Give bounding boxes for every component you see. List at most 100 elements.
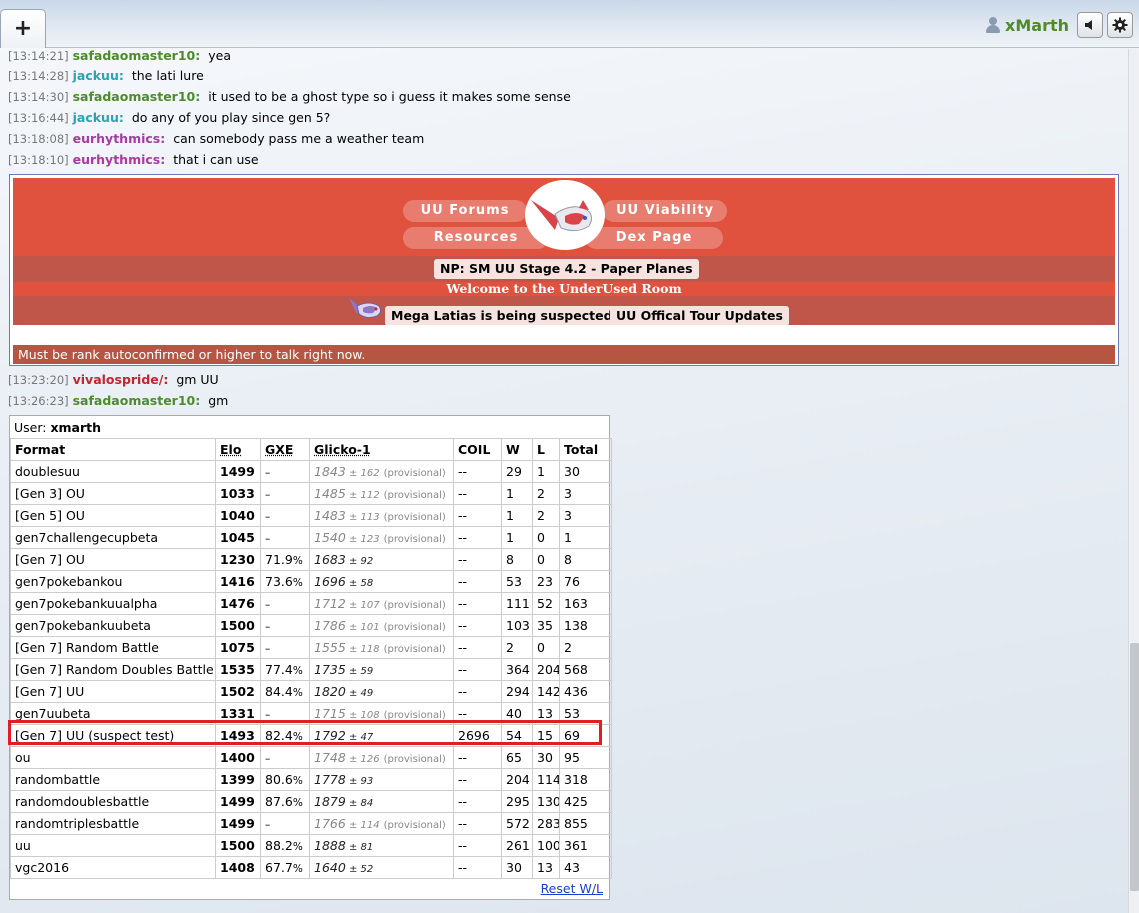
total-cell: 3 bbox=[559, 504, 612, 527]
rank-warning: Must be rank autoconfirmed or higher to … bbox=[13, 345, 1115, 364]
col-gxe: GXE bbox=[260, 438, 310, 461]
coil-cell: -- bbox=[453, 592, 502, 615]
wins-cell: 1 bbox=[501, 504, 533, 527]
room-intro: UU Forums UU Viability Resources Dex Pag… bbox=[9, 174, 1119, 366]
total-cell: 163 bbox=[559, 592, 612, 615]
table-row: [Gen 7] Random Battle 1075– 1555 ± 118 (pr… bbox=[10, 636, 612, 659]
total-cell: 76 bbox=[559, 570, 612, 593]
chat-scrollbar[interactable] bbox=[1128, 49, 1139, 913]
gxe-number: 82.4 bbox=[265, 728, 293, 743]
coil-cell: -- bbox=[453, 768, 502, 791]
wins-cell: 30 bbox=[501, 856, 533, 879]
format-cell: doublesuu bbox=[10, 460, 216, 483]
wins-cell: 1 bbox=[501, 482, 533, 505]
elo-cell: 1499 bbox=[215, 460, 261, 483]
format-cell: gen7pokebankuubeta bbox=[10, 614, 216, 637]
losses-cell: 0 bbox=[532, 636, 560, 659]
settings-button[interactable] bbox=[1107, 12, 1133, 38]
gxe-value: – bbox=[265, 819, 271, 831]
glicko-cell: 1735 ± 59 bbox=[309, 658, 454, 681]
format-cell: gen7uubeta bbox=[10, 702, 216, 725]
format-cell: vgc2016 bbox=[10, 856, 216, 879]
elo-cell: 1075 bbox=[215, 636, 261, 659]
glicko-deviation: ± 93 bbox=[345, 776, 374, 787]
chat-username[interactable]: vivalospride/: bbox=[73, 372, 169, 387]
gxe-number: 87.6 bbox=[265, 794, 293, 809]
gear-icon bbox=[1112, 17, 1128, 33]
coil-cell: -- bbox=[453, 812, 502, 835]
timestamp: [13:14:21] bbox=[8, 49, 69, 63]
glicko-cell: 1696 ± 58 bbox=[309, 570, 454, 593]
total-cell: 436 bbox=[559, 680, 612, 703]
username[interactable]: xMarth bbox=[1005, 16, 1069, 35]
coil-cell: -- bbox=[453, 482, 502, 505]
gxe-value: – bbox=[265, 489, 271, 501]
reset-wl-link[interactable]: Reset W/L bbox=[541, 881, 603, 896]
coil-cell: -- bbox=[453, 856, 502, 879]
user-label: User: bbox=[14, 420, 47, 435]
chat-username[interactable]: jackuu: bbox=[73, 68, 124, 83]
scrollbar-thumb[interactable] bbox=[1130, 643, 1139, 891]
total-cell: 1 bbox=[559, 526, 612, 549]
glicko-cell: 1555 ± 118 (provisional) bbox=[309, 636, 454, 659]
elo-cell: 1399 bbox=[215, 768, 261, 791]
uu-forums-link[interactable]: UU Forums bbox=[403, 200, 527, 222]
gxe-number: 80.6 bbox=[265, 772, 293, 787]
provisional-label: (provisional) bbox=[383, 468, 446, 479]
glicko-deviation: ± 114 bbox=[345, 820, 380, 831]
glicko-value: 1735 bbox=[314, 662, 346, 677]
format-cell: uu bbox=[10, 834, 216, 857]
losses-cell: 2 bbox=[532, 504, 560, 527]
suspect-announcement[interactable]: Mega Latias is being suspected! bbox=[385, 306, 625, 325]
chat-username[interactable]: safadaomaster10: bbox=[73, 49, 201, 63]
glicko-deviation: ± 92 bbox=[345, 556, 374, 567]
losses-cell: 142 bbox=[532, 680, 560, 703]
chat-username[interactable]: jackuu: bbox=[73, 110, 124, 125]
col-losses: L bbox=[532, 438, 560, 461]
gxe-number: 88.2 bbox=[265, 838, 293, 853]
chat-username[interactable]: safadaomaster10: bbox=[73, 89, 201, 104]
glicko-value: 1748 bbox=[314, 750, 346, 765]
glicko-deviation: ± 123 bbox=[345, 534, 380, 545]
gxe-percent: % bbox=[292, 863, 303, 875]
elo-cell: 1040 bbox=[215, 504, 261, 527]
dex-page-link[interactable]: Dex Page bbox=[585, 227, 723, 249]
chat-username[interactable]: safadaomaster10: bbox=[73, 393, 201, 408]
sound-button[interactable] bbox=[1077, 12, 1103, 38]
glicko-deviation: ± 113 bbox=[345, 512, 380, 523]
glicko-cell: 1712 ± 107 (provisional) bbox=[309, 592, 454, 615]
format-cell: randomdoublesbattle bbox=[10, 790, 216, 813]
gxe-percent: % bbox=[292, 577, 303, 589]
message-text: that i can use bbox=[173, 152, 259, 167]
losses-cell: 0 bbox=[532, 526, 560, 549]
format-cell: [Gen 7] UU bbox=[10, 680, 216, 703]
new-tab-button[interactable]: + bbox=[0, 9, 46, 48]
glicko-value: 1483 bbox=[314, 508, 346, 523]
latias-icon bbox=[531, 200, 593, 232]
glicko-deviation: ± 84 bbox=[345, 798, 374, 809]
room-banner: UU Forums UU Viability Resources Dex Pag… bbox=[13, 178, 1115, 325]
tour-updates-link[interactable]: UU Offical Tour Updates bbox=[610, 306, 789, 325]
glicko-cell: 1778 ± 93 bbox=[309, 768, 454, 791]
timestamp: [13:14:30] bbox=[8, 90, 69, 104]
table-row: [Gen 5] OU 1040– 1483 ± 113 (provisional) -… bbox=[10, 504, 612, 527]
top-header: + xMarth bbox=[0, 0, 1139, 48]
gxe-cell: – bbox=[260, 482, 310, 505]
wins-cell: 54 bbox=[501, 724, 533, 747]
chat-username[interactable]: eurhythmics: bbox=[73, 131, 166, 146]
losses-cell: 23 bbox=[532, 570, 560, 593]
table-row: gen7pokebankou 1416 73.6% 1696 ± 58 -- 53 23 76 bbox=[10, 570, 612, 593]
gxe-cell: – bbox=[260, 702, 310, 725]
glicko-value: 1786 bbox=[314, 618, 346, 633]
speaker-icon bbox=[1085, 20, 1092, 30]
wins-cell: 53 bbox=[501, 570, 533, 593]
wins-cell: 2 bbox=[501, 636, 533, 659]
uu-viability-link[interactable]: UU Viability bbox=[603, 200, 727, 222]
chat-message: [13:18:08] eurhythmics: can somebody pas… bbox=[8, 129, 424, 149]
gxe-cell: – bbox=[260, 592, 310, 615]
glicko-cell: 1683 ± 92 bbox=[309, 548, 454, 571]
glicko-cell: 1540 ± 123 (provisional) bbox=[309, 526, 454, 549]
wins-cell: 111 bbox=[501, 592, 533, 615]
now-playing-chip[interactable]: NP: SM UU Stage 4.2 - Paper Planes bbox=[434, 259, 699, 279]
chat-username[interactable]: eurhythmics: bbox=[73, 152, 166, 167]
